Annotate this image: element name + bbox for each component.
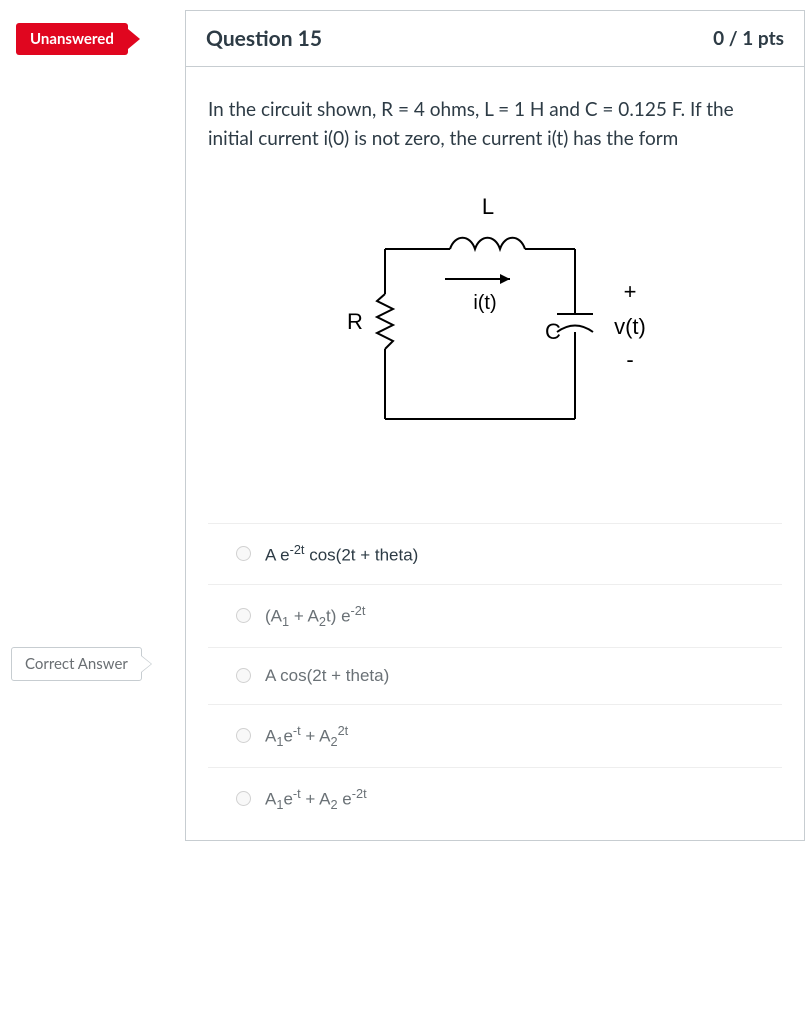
circuit-diagram: L R i(t) C + v(t) - bbox=[208, 179, 782, 483]
answer-option[interactable]: A1e-t + A22t bbox=[208, 704, 782, 767]
question-container: Unanswered Correct Answer Question 15 0 … bbox=[185, 10, 805, 841]
label-minus: - bbox=[626, 347, 633, 372]
answer-text: A e-2t cos(2t + theta) bbox=[265, 542, 418, 566]
answer-option[interactable]: A1e-t + A2 e-2t bbox=[208, 767, 782, 830]
answers-list: A e-2t cos(2t + theta) (A1 + A2t) e-2t A c… bbox=[208, 523, 782, 830]
label-R: R bbox=[347, 309, 363, 334]
status-tag-correct-answer: Correct Answer bbox=[11, 647, 142, 681]
label-C: C bbox=[545, 319, 561, 344]
question-body: In the circuit shown, R = 4 ohms, L = 1 … bbox=[186, 67, 804, 840]
answer-option[interactable]: A cos(2t + theta) bbox=[208, 647, 782, 704]
label-L: L bbox=[482, 194, 494, 219]
circuit-svg: L R i(t) C + v(t) - bbox=[305, 179, 685, 479]
answer-text: A1e-t + A2 e-2t bbox=[265, 786, 367, 812]
answer-radio[interactable] bbox=[236, 791, 251, 806]
answer-radio[interactable] bbox=[236, 546, 251, 561]
status-tag-unanswered: Unanswered bbox=[16, 23, 128, 55]
answer-radio[interactable] bbox=[236, 668, 251, 683]
answer-option[interactable]: (A1 + A2t) e-2t bbox=[208, 584, 782, 647]
answer-text: A1e-t + A22t bbox=[265, 723, 348, 749]
points-display: 0 / 1 pts bbox=[713, 27, 784, 50]
answer-text: (A1 + A2t) e-2t bbox=[265, 603, 365, 629]
answer-radio[interactable] bbox=[236, 608, 251, 623]
question-header: Question 15 0 / 1 pts bbox=[186, 11, 804, 67]
label-plus: + bbox=[624, 279, 637, 304]
label-v: v(t) bbox=[614, 314, 646, 339]
question-title: Question 15 bbox=[206, 26, 322, 51]
question-text: In the circuit shown, R = 4 ohms, L = 1 … bbox=[208, 95, 782, 154]
answer-option[interactable]: A e-2t cos(2t + theta) bbox=[208, 523, 782, 584]
answer-text: A cos(2t + theta) bbox=[265, 666, 389, 686]
answer-radio[interactable] bbox=[236, 728, 251, 743]
label-i: i(t) bbox=[473, 292, 496, 314]
